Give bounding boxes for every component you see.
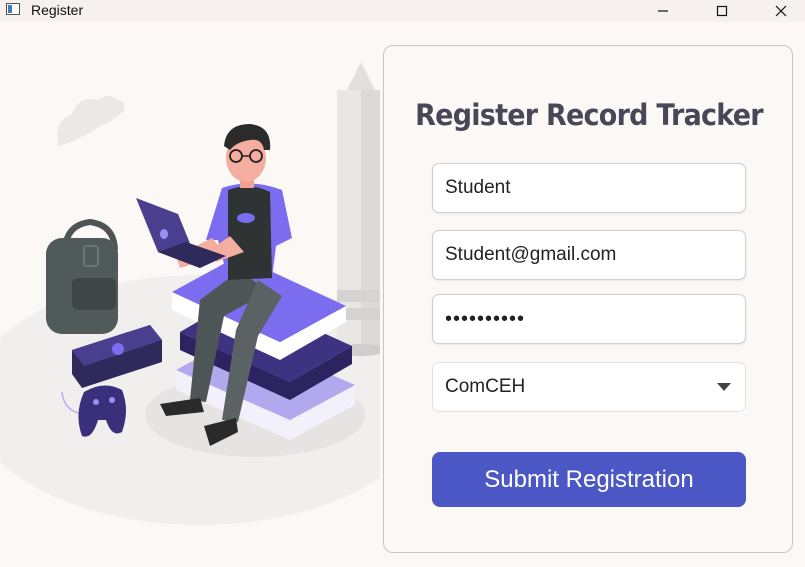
name-field[interactable]: Student: [432, 163, 746, 213]
title-bar: Register: [0, 0, 805, 22]
submit-registration-button[interactable]: Submit Registration: [432, 452, 746, 507]
form-title: Register Record Tracker: [415, 98, 763, 132]
registration-form: Register Record Tracker Student Student@…: [383, 45, 793, 553]
minimize-icon: [658, 10, 668, 12]
cloud-shape: [57, 96, 125, 146]
app-icon: [6, 3, 20, 15]
course-select-value: ComCEH: [445, 376, 526, 397]
course-select[interactable]: ComCEH: [432, 362, 746, 412]
email-field[interactable]: Student@gmail.com: [432, 230, 746, 280]
dropdown-arrow-icon: [717, 383, 731, 391]
close-icon: [775, 5, 787, 17]
minimize-button[interactable]: [640, 0, 686, 22]
maximize-button[interactable]: [699, 0, 745, 22]
maximize-icon: [716, 5, 728, 17]
window-title: Register: [31, 2, 84, 18]
password-field[interactable]: ••••••••••: [432, 294, 746, 344]
student-illustration: [0, 62, 380, 525]
backpack-shape: [46, 218, 118, 334]
close-button[interactable]: [758, 0, 804, 22]
